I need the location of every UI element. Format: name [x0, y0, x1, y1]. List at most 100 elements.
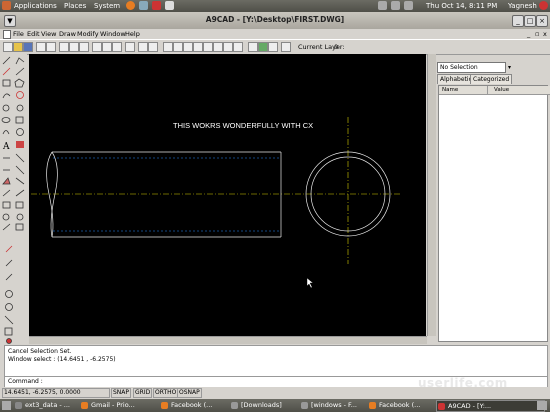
help-icon[interactable]	[152, 1, 161, 10]
grid-toggle[interactable]: GRID	[133, 388, 153, 398]
zoom-extents-icon[interactable]	[213, 42, 223, 52]
print-icon[interactable]	[36, 42, 46, 52]
line-tool-icon	[2, 56, 11, 65]
menu-window[interactable]: Window	[100, 30, 126, 38]
minimize-button[interactable]: _	[512, 15, 524, 27]
mdi-restore-button[interactable]: ▫	[535, 30, 539, 38]
zoom-realtime-icon[interactable]	[163, 42, 173, 52]
column-name-header: Name	[439, 86, 487, 95]
region-tool-icon	[15, 116, 24, 124]
close-button[interactable]: ×	[536, 15, 548, 27]
match-properties-icon[interactable]	[112, 42, 122, 52]
delete-icon[interactable]	[92, 42, 102, 52]
volume-icon[interactable]	[391, 1, 400, 10]
help-pointer-icon[interactable]	[125, 42, 135, 52]
menu-help[interactable]: Help	[125, 30, 140, 38]
copy-icon[interactable]	[69, 42, 79, 52]
layer-properties-icon[interactable]	[258, 42, 268, 52]
redo-icon[interactable]	[148, 42, 158, 52]
taskbar-item[interactable]: ext3_data - ...	[14, 400, 89, 410]
maximize-button[interactable]: □	[524, 15, 536, 27]
ellipse-tool-icon	[1, 117, 11, 123]
top-panel: Applications Places System Thu Oct 14, 8…	[0, 0, 550, 12]
taskbar-item[interactable]: Facebook (...	[160, 400, 235, 410]
snap-toggle[interactable]: SNAP	[111, 388, 132, 398]
ubuntu-logo-icon[interactable]	[2, 1, 11, 10]
new-icon[interactable]	[3, 42, 13, 52]
undo-icon[interactable]	[138, 42, 148, 52]
array-tool-icon	[2, 201, 11, 209]
menu-view[interactable]: View	[41, 30, 56, 38]
menu-edit[interactable]: Edit	[27, 30, 40, 38]
menu-modify[interactable]: Modify	[77, 30, 99, 38]
mdi-close-button[interactable]: x	[543, 30, 547, 38]
annotation-text: THIS WOKRS WONDERFULLY WITH CX	[173, 121, 313, 130]
command-history-line: Cancel Selection Set.	[8, 348, 72, 355]
circle-tool-icon	[16, 91, 24, 99]
power-icon[interactable]	[539, 1, 548, 10]
layer-icon[interactable]	[248, 42, 258, 52]
mouse-cursor-icon	[306, 277, 314, 289]
taskbar-item[interactable]: [Downloads]	[230, 400, 307, 410]
taskbar-item[interactable]: [windows - F...	[300, 400, 375, 410]
chevron-down-icon[interactable]: ▾	[508, 64, 511, 71]
zoom-all-icon[interactable]	[203, 42, 213, 52]
menu-file[interactable]: File	[13, 30, 24, 38]
zoom-in-icon[interactable]	[183, 42, 193, 52]
window-titlebar[interactable]: ▼ A9CAD - [Y:\Desktop\FIRST.DWG] _ □ ×	[0, 12, 550, 30]
cut-icon[interactable]	[59, 42, 69, 52]
taskbar-item[interactable]: Facebook (...	[368, 400, 443, 410]
current-layer-value[interactable]: 0	[334, 43, 338, 51]
extend-tool-icon	[15, 165, 25, 175]
applications-menu[interactable]: Applications	[14, 2, 57, 10]
firefox-icon[interactable]	[126, 1, 135, 10]
color-icon[interactable]	[281, 42, 291, 52]
menu-draw[interactable]: Draw	[59, 30, 76, 38]
osnap-node-icon	[4, 327, 13, 336]
selection-dropdown[interactable]: No Selection ▾	[437, 62, 511, 73]
osnap-none-icon	[6, 338, 12, 344]
places-menu[interactable]: Places	[64, 2, 86, 10]
taskbar-item-active[interactable]: A9CAD - [Y:...	[436, 400, 545, 412]
zoom-window-icon[interactable]	[173, 42, 183, 52]
show-desktop-icon[interactable]	[2, 401, 11, 410]
network-icon[interactable]	[378, 1, 387, 10]
system-menu[interactable]: System	[94, 2, 120, 10]
drawing-canvas[interactable]: THIS WOKRS WONDERFULLY WITH CX	[29, 54, 426, 336]
save-icon[interactable]	[23, 42, 33, 52]
clock[interactable]: Thu Oct 14, 8:11 PM	[426, 2, 497, 10]
mdi-minimize-button[interactable]: _	[527, 30, 530, 38]
paste-icon[interactable]	[79, 42, 89, 52]
trash-icon[interactable]	[537, 401, 547, 410]
pan-icon[interactable]	[233, 42, 243, 52]
zoom-out-icon[interactable]	[193, 42, 203, 52]
draw-tool-palette: A	[0, 54, 27, 344]
command-history-line: Window select : (14.6451 , -6.2575)	[8, 356, 116, 363]
scale-tool-icon	[16, 213, 24, 221]
osnap-toggle[interactable]: OSNAP	[177, 388, 202, 398]
user-name[interactable]: Yagnesh	[508, 2, 537, 10]
property-grid[interactable]: Name Value	[438, 85, 550, 342]
properties-icon[interactable]	[102, 42, 112, 52]
column-value-header: Value	[487, 86, 550, 95]
vertical-scrollbar[interactable]	[427, 54, 436, 336]
tab-categorized[interactable]: Categorized	[470, 74, 513, 84]
horizontal-scrollbar[interactable]	[29, 336, 427, 344]
text-tool-icon: A	[2, 142, 10, 152]
ortho-toggle[interactable]: ORTHO	[153, 388, 179, 398]
dimension-aligned-icon	[15, 153, 25, 163]
launcher-icon[interactable]	[165, 1, 174, 10]
print-preview-icon[interactable]	[46, 42, 56, 52]
open-icon[interactable]	[13, 42, 23, 52]
arc-tool-icon	[2, 93, 11, 99]
offset-tool-icon	[2, 189, 11, 197]
mail-icon[interactable]	[139, 1, 148, 10]
menubar: File Edit View Draw Modify Window Help _…	[0, 29, 550, 39]
osnap-endpoint-icon	[5, 245, 13, 253]
command-history[interactable]: Cancel Selection Set. Window select : (1…	[4, 345, 548, 377]
taskbar-item[interactable]: Gmail - Prio...	[80, 400, 169, 410]
linetype-icon[interactable]	[268, 42, 278, 52]
draw-tools-icons[interactable]: A	[0, 54, 27, 344]
zoom-previous-icon[interactable]	[223, 42, 233, 52]
mail-indicator-icon[interactable]	[404, 1, 413, 10]
